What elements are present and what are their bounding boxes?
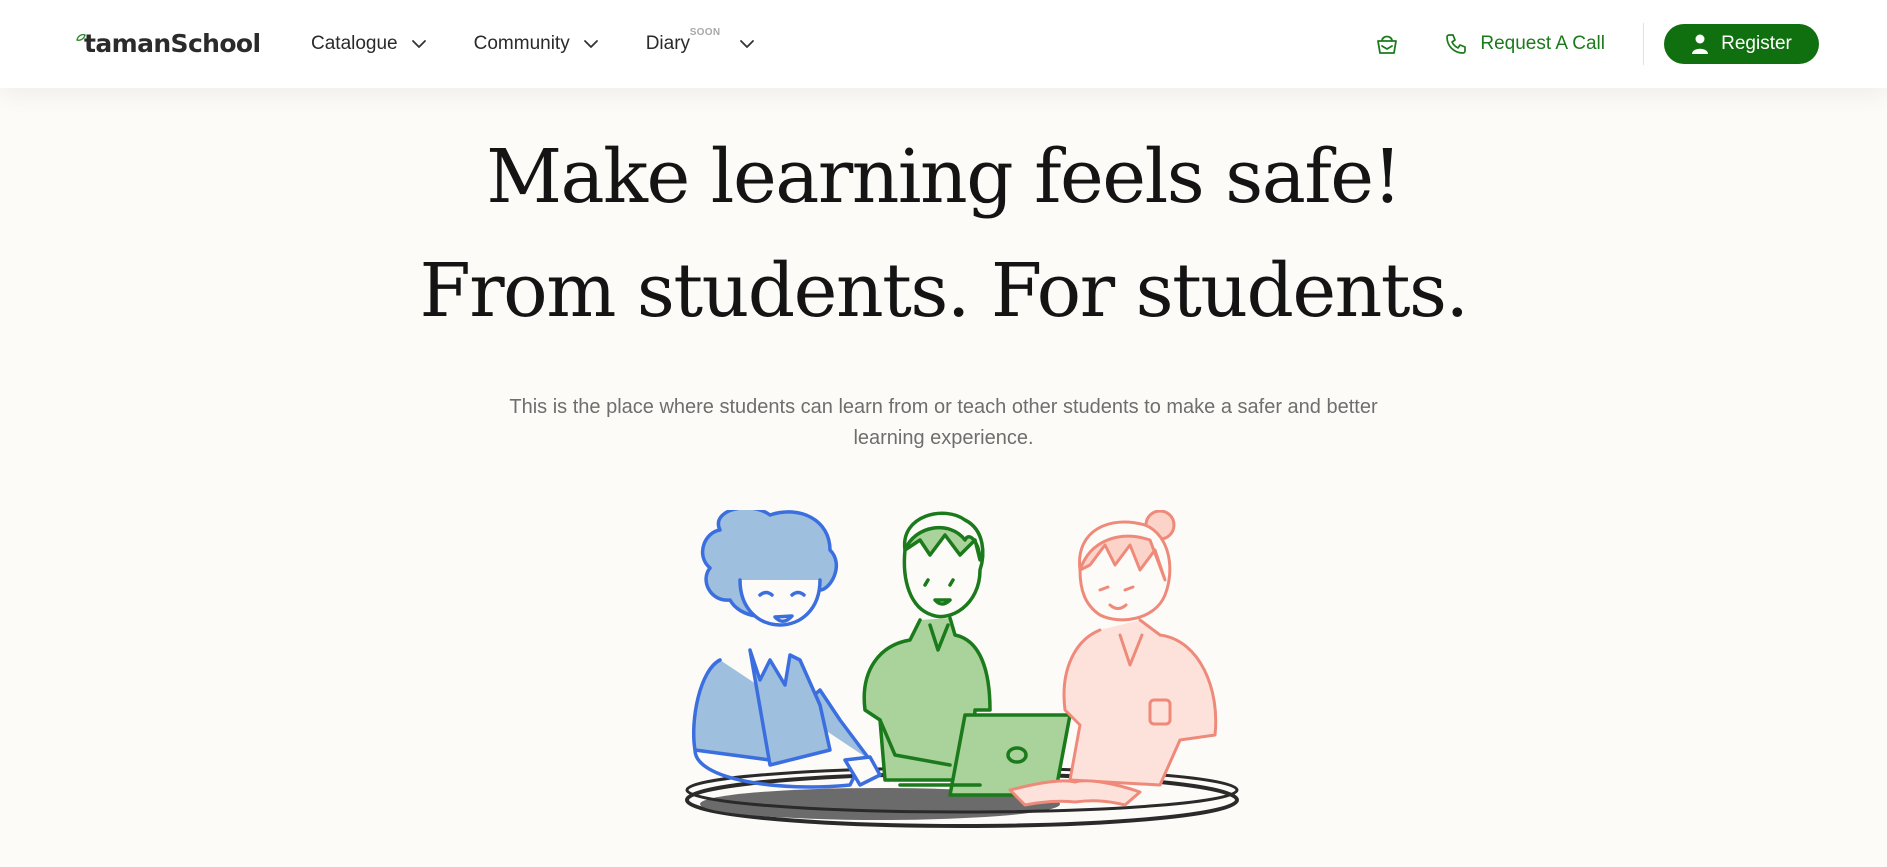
nav-item-community[interactable]: Community	[474, 33, 600, 55]
brand-name: tamanSchool	[84, 29, 261, 58]
chevron-down-icon	[740, 40, 754, 48]
request-call-label: Request A Call	[1480, 33, 1605, 54]
hero-headline-line-2: From students. For students.	[419, 248, 1469, 334]
students-illustration	[685, 510, 1239, 828]
hero-section: Make learning feels safe! From students.…	[0, 120, 1887, 454]
hero-subtext: This is the place where students can lea…	[509, 396, 1378, 449]
nav-item-catalogue[interactable]: Catalogue	[311, 33, 428, 55]
chevron-down-icon	[583, 40, 598, 48]
basket-icon	[1377, 35, 1398, 54]
user-icon	[1692, 34, 1709, 54]
nav-item-label: Catalogue	[311, 33, 398, 54]
register-label: Register	[1721, 33, 1792, 54]
header-actions: Request A Call Register	[1372, 23, 1819, 65]
request-call-link[interactable]: Request A Call	[1444, 32, 1605, 56]
header-divider	[1643, 23, 1644, 65]
nav-item-label: Diary	[645, 33, 691, 54]
basket-button[interactable]	[1372, 29, 1402, 59]
hero-headline-line-1: Make learning feels safe!	[486, 134, 1402, 220]
navbar: tamanSchool Catalogue Community Diary SO…	[0, 0, 1887, 88]
brand-logo[interactable]: tamanSchool	[76, 28, 261, 60]
soon-badge: SOON	[689, 27, 721, 38]
leaf-icon	[76, 34, 86, 41]
nav-item-diary[interactable]: Diary SOON	[645, 27, 756, 55]
main-nav: Catalogue Community Diary SOON	[311, 26, 802, 62]
phone-icon	[1446, 34, 1467, 54]
nav-item-label: Community	[473, 33, 570, 54]
chevron-down-icon	[411, 40, 426, 48]
hero-headline: Make learning feels safe! From students.…	[0, 120, 1887, 348]
register-button[interactable]: Register	[1664, 24, 1819, 64]
